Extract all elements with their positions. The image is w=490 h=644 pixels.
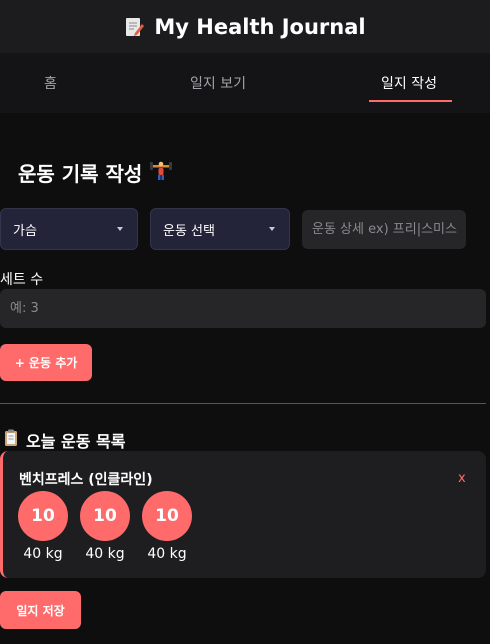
weight-lifter-icon — [150, 159, 173, 186]
app-title: My Health Journal — [154, 14, 366, 39]
save-journal-button[interactable]: 일지 저장 — [0, 591, 81, 629]
set-item: 10 40 kg — [142, 491, 192, 562]
chevron-down-icon — [269, 227, 275, 231]
exercise-name: 벤치프레스 (인클라인) — [19, 472, 153, 488]
chevron-down-icon — [117, 227, 123, 231]
section-title: 운동 기록 작성 — [18, 158, 173, 187]
remove-exercise-button[interactable]: x — [458, 471, 466, 486]
clipboard-icon — [4, 429, 18, 451]
set-weight: 40 kg — [23, 546, 63, 562]
today-list-title: 오늘 운동 목록 — [4, 428, 125, 452]
body-part-value: 가슴 — [13, 223, 37, 239]
set-reps: 10 — [80, 491, 130, 541]
set-weight: 40 kg — [85, 546, 125, 562]
exercise-detail-input[interactable] — [302, 210, 466, 249]
set-item: 10 40 kg — [18, 491, 68, 562]
tab-home[interactable]: 홈 — [44, 73, 57, 93]
memo-icon — [124, 16, 145, 38]
app-header: My Health Journal — [0, 0, 490, 53]
divider — [0, 403, 486, 404]
add-exercise-button[interactable]: + 운동 추가 — [0, 344, 92, 381]
tab-view-journal[interactable]: 일지 보기 — [190, 73, 246, 93]
set-weight: 40 kg — [147, 546, 187, 562]
set-reps: 10 — [18, 491, 68, 541]
exercise-card: 벤치프레스 (인클라인) x 10 40 kg 10 40 kg 10 40 k… — [0, 451, 486, 578]
sets-label: 세트 수 — [0, 272, 44, 288]
exercise-value: 운동 선택 — [163, 223, 215, 239]
body-part-select[interactable]: 가슴 — [0, 208, 138, 250]
sets-input[interactable] — [0, 289, 486, 328]
set-reps: 10 — [142, 491, 192, 541]
nav-tabs: 홈 일지 보기 일지 작성 — [0, 53, 490, 113]
tab-write-journal[interactable]: 일지 작성 — [381, 73, 437, 93]
active-tab-indicator — [369, 100, 452, 102]
set-item: 10 40 kg — [80, 491, 130, 562]
exercise-select[interactable]: 운동 선택 — [150, 208, 290, 250]
